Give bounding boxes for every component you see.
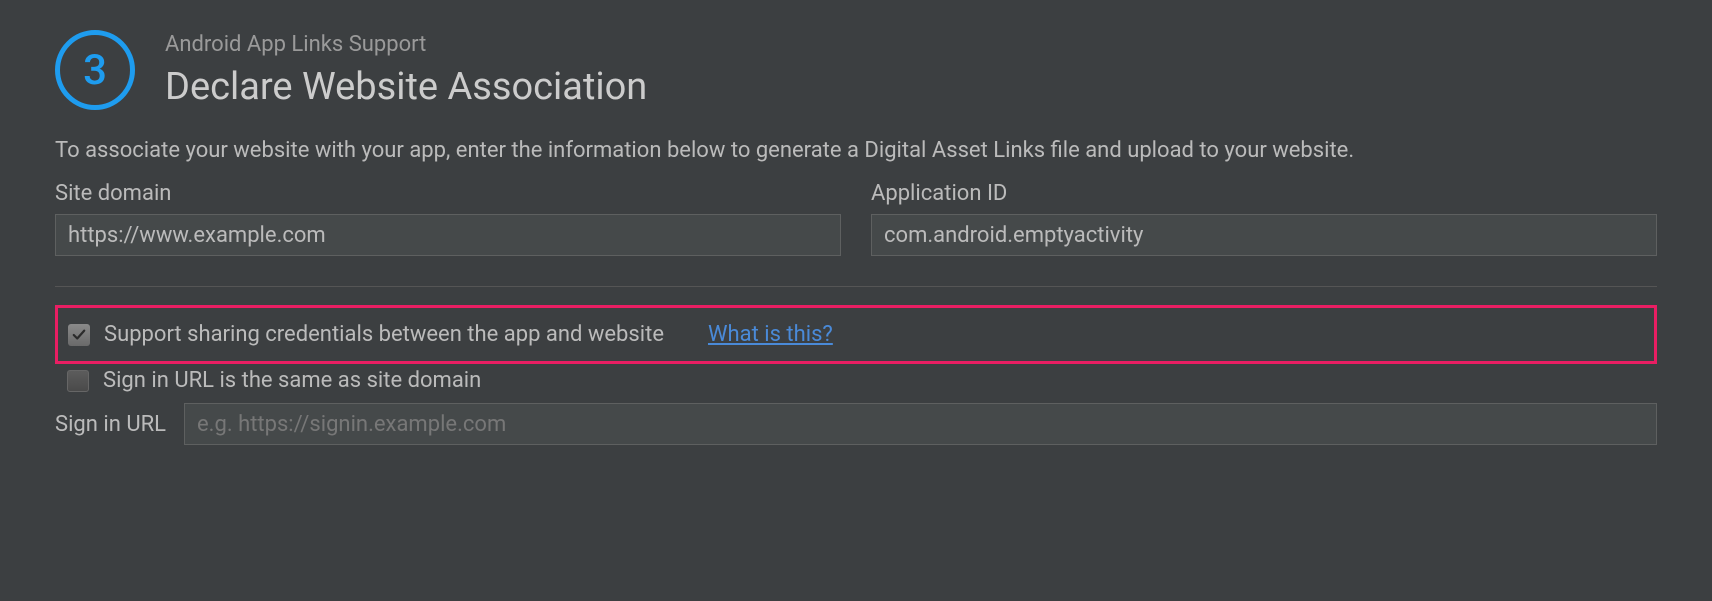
sign-in-same-row: Sign in URL is the same as site domain [55,368,1657,393]
fields-row: Site domain Application ID [55,181,1657,256]
step-number-circle: 3 [55,30,135,110]
support-sharing-label: Support sharing credentials between the … [104,322,664,347]
page-title: Declare Website Association [165,65,647,109]
site-domain-field: Site domain [55,181,841,256]
page-subtitle: Android App Links Support [165,32,647,57]
sign-in-same-checkbox[interactable] [67,370,89,392]
highlighted-option-row: Support sharing credentials between the … [55,305,1657,364]
what-is-this-link[interactable]: What is this? [708,322,833,347]
sign-in-url-label: Sign in URL [55,412,166,437]
header-text-block: Android App Links Support Declare Websit… [165,32,647,109]
step-header: 3 Android App Links Support Declare Webs… [55,30,1657,110]
application-id-field: Application ID [871,181,1657,256]
section-divider [55,286,1657,287]
site-domain-input[interactable] [55,214,841,256]
step-number: 3 [83,46,107,95]
sign-in-same-label: Sign in URL is the same as site domain [103,368,481,393]
application-id-label: Application ID [871,181,1657,206]
application-id-input[interactable] [871,214,1657,256]
site-domain-label: Site domain [55,181,841,206]
page-description: To associate your website with your app,… [55,138,1657,163]
sign-in-url-row: Sign in URL [55,403,1657,445]
support-sharing-checkbox[interactable] [68,324,90,346]
checkmark-icon [72,328,86,342]
sign-in-url-input[interactable] [184,403,1657,445]
